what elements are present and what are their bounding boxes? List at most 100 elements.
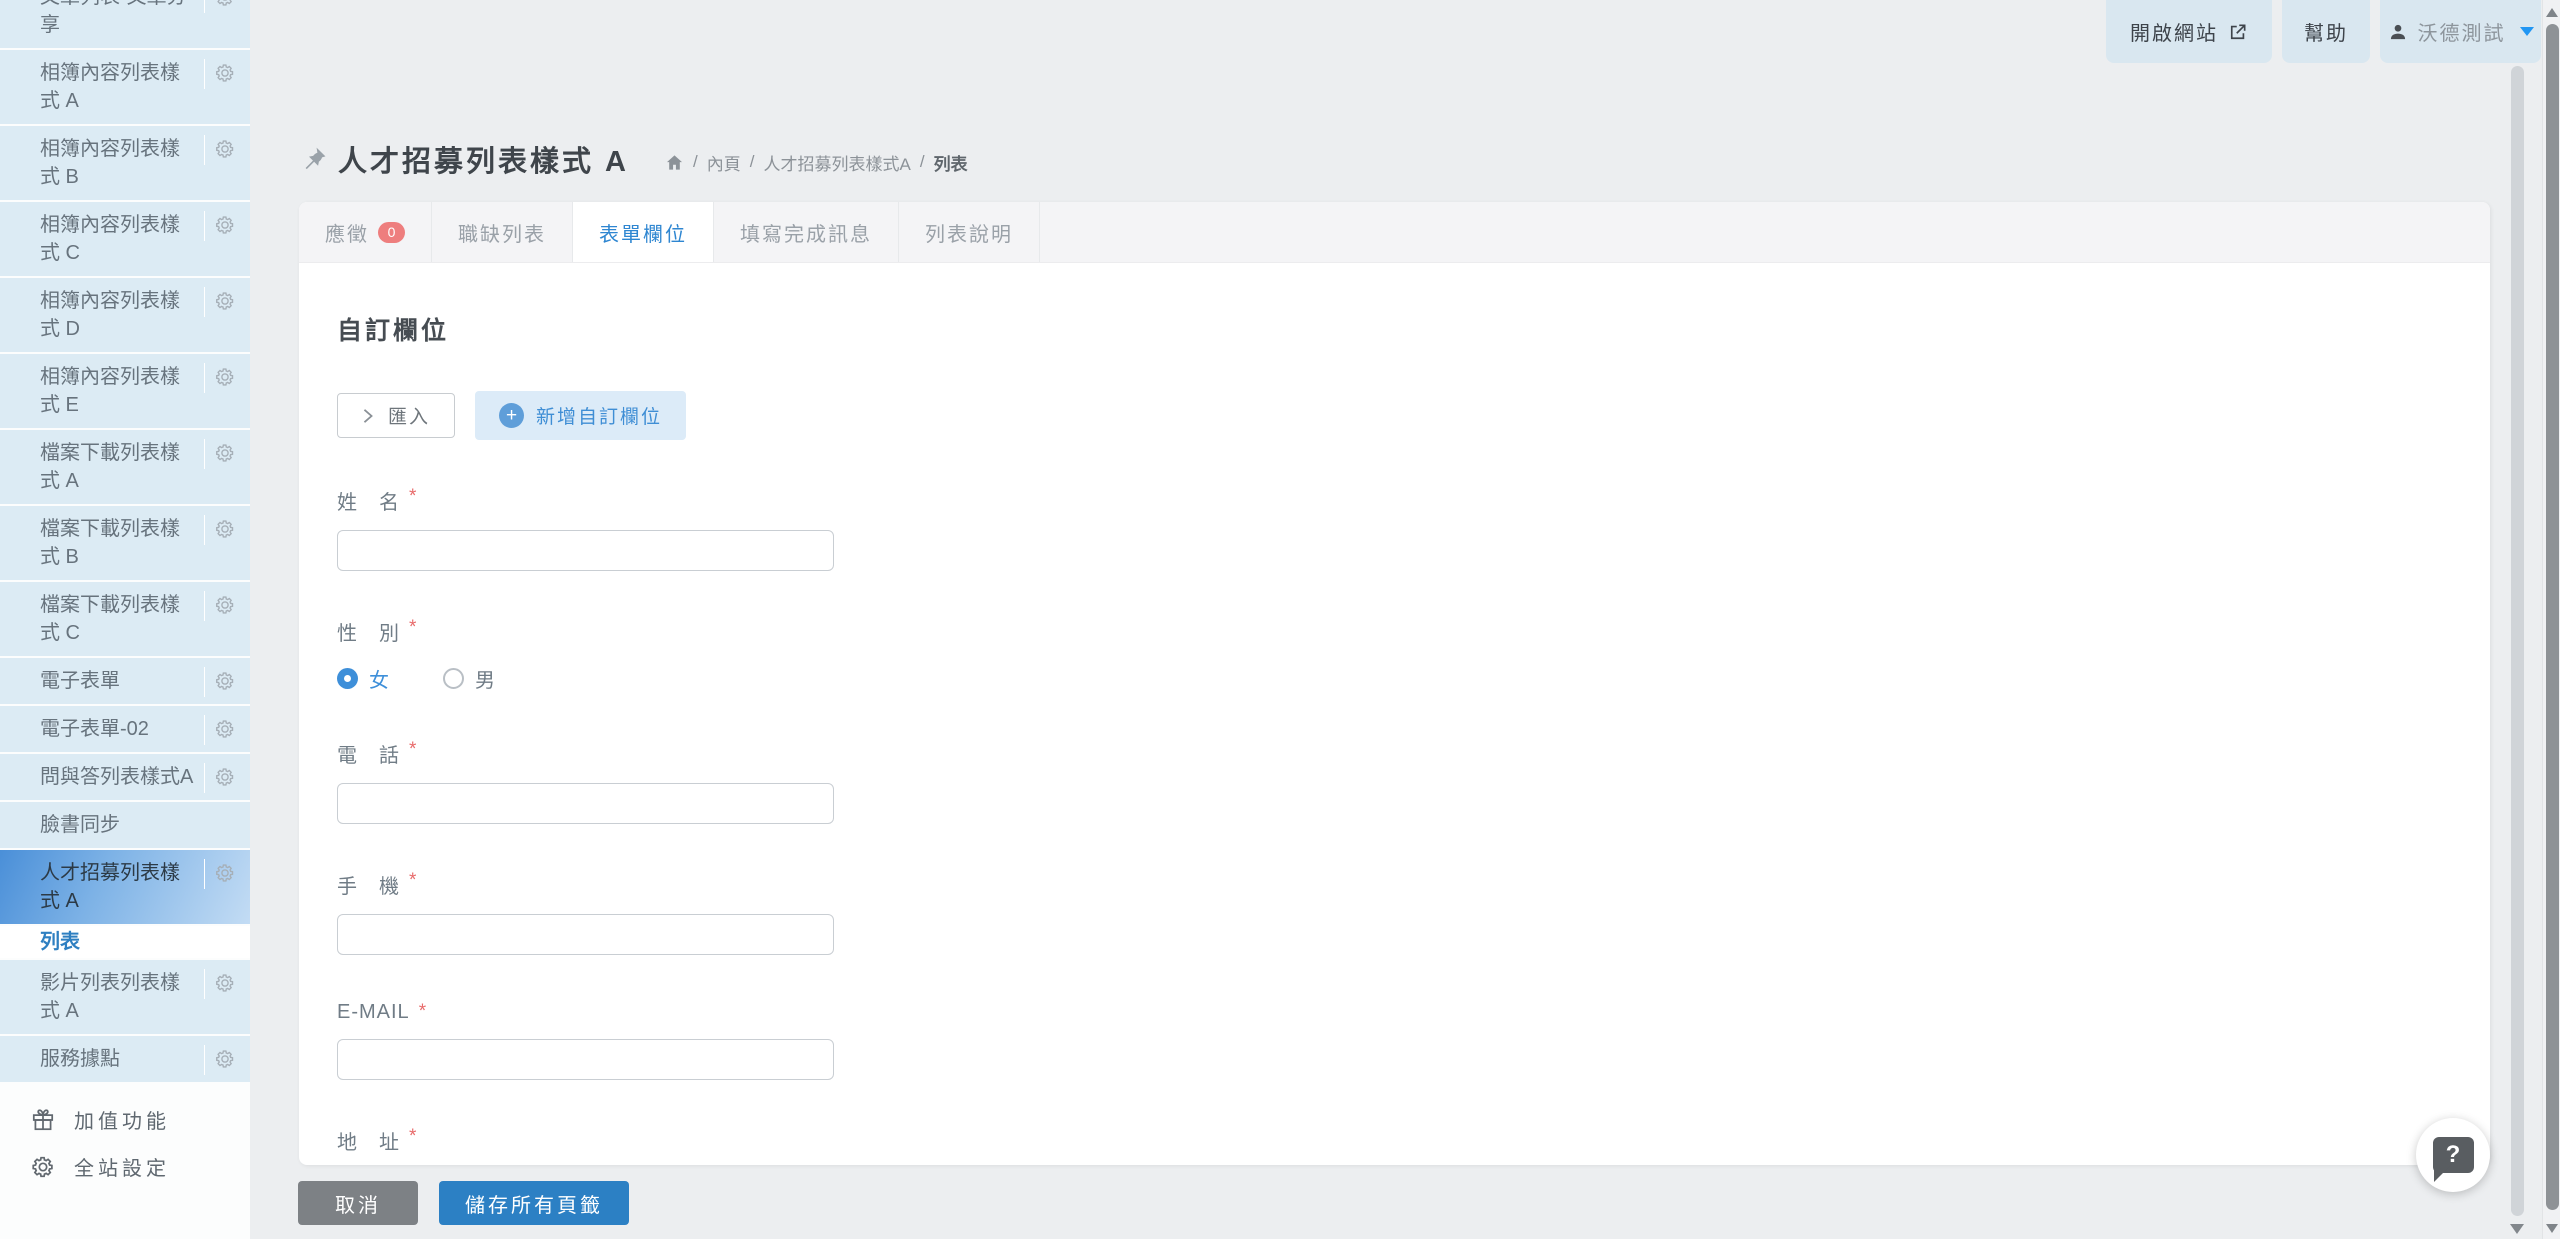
content-card: 應徵 0 職缺列表 表單欄位 填寫完成訊息 列表說明 自訂欄位	[299, 202, 2490, 1165]
sidebar-item-addons[interactable]: 加值功能	[0, 1096, 250, 1143]
gear-icon	[30, 1154, 56, 1180]
required-asterisk: *	[409, 617, 417, 639]
page-title: 人才招募列表樣式 A	[338, 138, 629, 180]
sidebar-item-label: 列表	[40, 931, 80, 953]
user-icon	[2388, 22, 2408, 42]
sidebar-item[interactable]: 檔案下載列表樣式 C	[0, 582, 250, 656]
gear-icon[interactable]	[204, 859, 244, 889]
gear-icon[interactable]	[204, 439, 244, 469]
field-actions-row: 匯入 + 新增自訂欄位	[337, 391, 2490, 440]
field-label: 電 話	[337, 739, 400, 768]
sidebar-item[interactable]: 相簿內容列表樣式 A	[0, 50, 250, 124]
cancel-button[interactable]: 取消	[298, 1181, 418, 1225]
breadcrumb-item: / 人才招募列表樣式A	[750, 150, 911, 175]
import-button[interactable]: 匯入	[337, 393, 455, 438]
breadcrumb-link[interactable]: 內頁	[707, 150, 741, 175]
sidebar-item-label: 相簿內容列表樣式 A	[40, 62, 180, 112]
name-input[interactable]	[337, 530, 834, 571]
tab[interactable]: 列表說明	[899, 202, 1040, 262]
scrollbar-down-arrow[interactable]	[2546, 1224, 2558, 1233]
help-menu-label: 幫助	[2304, 17, 2348, 46]
sidebar-item[interactable]: 電子表單-02	[0, 706, 250, 752]
sidebar-item[interactable]: 臉書同步	[0, 802, 250, 848]
email-input[interactable]	[337, 1039, 834, 1080]
radio-unchecked-icon[interactable]	[443, 668, 464, 689]
pin-icon[interactable]	[300, 145, 328, 173]
mobile-input[interactable]	[337, 914, 834, 955]
tab-label: 填寫完成訊息	[740, 218, 872, 247]
scrollbar-up-arrow[interactable]	[2546, 8, 2558, 17]
tab[interactable]: 應徵 0	[299, 202, 432, 262]
add-custom-field-label: 新增自訂欄位	[536, 402, 662, 429]
open-website-button[interactable]: 開啟網站	[2106, 0, 2272, 63]
chevron-down-icon[interactable]	[2520, 27, 2534, 36]
sidebar-item[interactable]: 問與答列表樣式A	[0, 754, 250, 800]
radio-option-male[interactable]: 男	[443, 664, 495, 693]
sidebar-item[interactable]: 相簿內容列表樣式 B	[0, 126, 250, 200]
gear-icon[interactable]	[204, 0, 244, 13]
field-label: 姓 名	[337, 486, 400, 515]
gear-icon[interactable]	[204, 59, 244, 89]
sidebar-item-label: 相簿內容列表樣式 D	[40, 290, 180, 340]
page-scrollbar-thumb[interactable]	[2546, 24, 2559, 1210]
inner-scrollbar-thumb[interactable]	[2511, 66, 2524, 1216]
required-asterisk: *	[419, 1001, 427, 1023]
sidebar-item[interactable]: 檔案下載列表樣式 A	[0, 430, 250, 504]
inner-scrollbar-down-arrow[interactable]	[2510, 1224, 2524, 1234]
gear-icon[interactable]	[204, 969, 244, 999]
required-asterisk: *	[409, 739, 417, 761]
radio-checked-icon[interactable]	[337, 668, 358, 689]
sidebar-item-label: 檔案下載列表樣式 B	[40, 518, 180, 568]
sidebar-item[interactable]: 相簿內容列表樣式 D	[0, 278, 250, 352]
gear-icon[interactable]	[204, 287, 244, 317]
gear-icon[interactable]	[204, 515, 244, 545]
gear-icon[interactable]	[204, 135, 244, 165]
sidebar-site-settings-label: 全站設定	[74, 1152, 170, 1181]
sidebar-item[interactable]: 列表	[0, 926, 250, 958]
breadcrumb-item: / 列表	[920, 150, 968, 175]
sidebar-item-label: 人才招募列表樣式 A	[40, 862, 180, 912]
save-all-tabs-button[interactable]: 儲存所有頁籤	[439, 1181, 629, 1225]
gear-icon[interactable]	[204, 667, 244, 697]
plus-icon: +	[499, 403, 524, 428]
sidebar-item[interactable]: 相簿內容列表樣式 E	[0, 354, 250, 428]
sidebar-item[interactable]: 檔案下載列表樣式 B	[0, 506, 250, 580]
sidebar-item[interactable]: 影片列表列表樣式 A	[0, 960, 250, 1034]
sidebar-item-label: 相簿內容列表樣式 B	[40, 138, 180, 188]
help-menu-button[interactable]: 幫助	[2282, 0, 2370, 63]
question-bubble-icon: ?	[2433, 1137, 2474, 1173]
breadcrumb-separator: /	[920, 152, 925, 172]
radio-option-female[interactable]: 女	[337, 664, 389, 693]
sidebar-item-site-settings[interactable]: 全站設定	[0, 1143, 250, 1190]
gender-radio-group: 女 男	[337, 664, 2490, 693]
field-label: 手 機	[337, 870, 400, 899]
tab[interactable]: 填寫完成訊息	[714, 202, 899, 262]
gear-icon[interactable]	[204, 1045, 244, 1075]
import-button-label: 匯入	[388, 402, 430, 429]
gear-icon[interactable]	[204, 591, 244, 621]
help-fab-button[interactable]: ?	[2416, 1118, 2490, 1192]
gear-icon[interactable]	[204, 211, 244, 241]
sidebar-item[interactable]: 服務據點	[0, 1036, 250, 1082]
sidebar-item[interactable]: 人才招募列表樣式 A	[0, 850, 250, 924]
tab[interactable]: 表單欄位	[573, 202, 714, 262]
phone-input[interactable]	[337, 783, 834, 824]
breadcrumb-separator: /	[693, 152, 698, 172]
gear-icon[interactable]	[204, 763, 244, 793]
sidebar-item[interactable]: 文章列表-文章分享	[0, 0, 250, 48]
home-icon[interactable]	[665, 153, 684, 172]
breadcrumb-link[interactable]: 列表	[934, 150, 968, 175]
sidebar-item[interactable]: 相簿內容列表樣式 C	[0, 202, 250, 276]
add-custom-field-button[interactable]: + 新增自訂欄位	[475, 391, 686, 440]
gear-icon[interactable]	[204, 715, 244, 745]
required-asterisk: *	[409, 486, 417, 508]
gear-icon[interactable]	[204, 363, 244, 393]
sidebar-item-label: 電子表單-02	[40, 718, 149, 740]
user-menu-button[interactable]: 沃德測試	[2380, 0, 2541, 63]
external-link-icon	[2228, 22, 2248, 42]
page-head: 人才招募列表樣式 A / 內頁 / 人才招募列表樣式A / 列表	[300, 138, 968, 180]
breadcrumb-link[interactable]: 人才招募列表樣式A	[763, 150, 910, 175]
page-scrollbar[interactable]	[2542, 0, 2560, 1239]
tab[interactable]: 職缺列表	[432, 202, 573, 262]
sidebar-item[interactable]: 電子表單	[0, 658, 250, 704]
